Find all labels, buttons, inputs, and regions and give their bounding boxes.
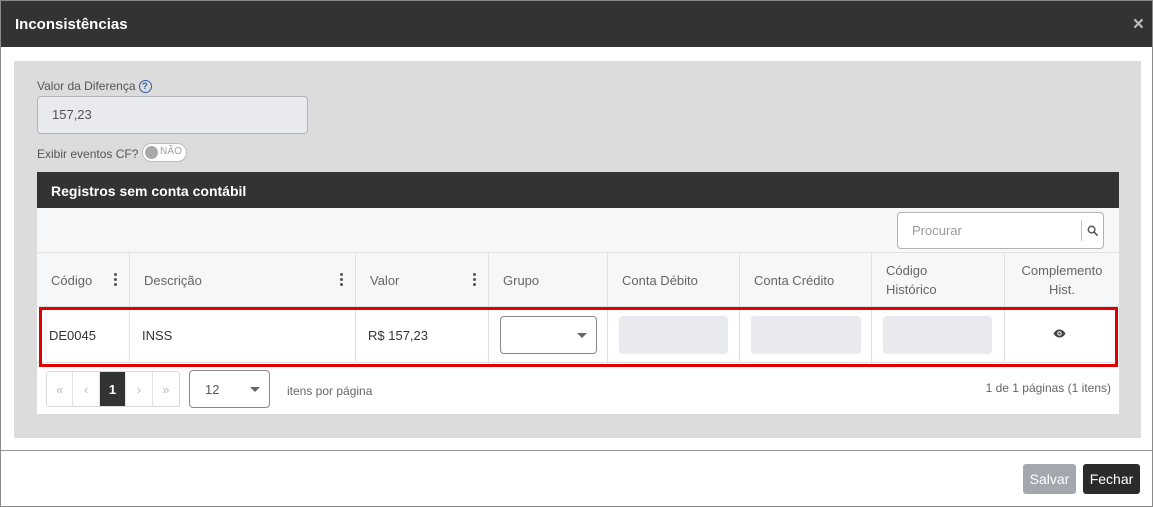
table-header: Código Descrição Valor Grupo Conta Débit… xyxy=(37,253,1119,307)
panel-title: Registros sem conta contábil xyxy=(51,183,247,199)
column-header-descricao[interactable]: Descrição xyxy=(130,253,356,307)
page-size-value: 12 xyxy=(205,382,220,397)
pagination-page-1[interactable]: 1 xyxy=(99,372,127,406)
cell-grupo xyxy=(489,307,608,363)
column-header-complemento-hist[interactable]: Complemento Hist. xyxy=(1005,253,1119,307)
page-info: 1 de 1 páginas (1 itens) xyxy=(985,381,1111,395)
chevron-down-icon xyxy=(577,333,587,338)
modal-title: Inconsistências xyxy=(15,16,128,33)
chevron-down-icon xyxy=(250,387,260,392)
eye-icon[interactable] xyxy=(1053,329,1066,338)
per-page-label: itens por página xyxy=(287,384,373,398)
inconsistencias-modal: Inconsistências × Valor da Diferença ? 1… xyxy=(0,0,1153,507)
help-circle-icon[interactable]: ? xyxy=(138,79,152,93)
pagination: « ‹ 1 › » xyxy=(46,371,180,407)
toggle-knob xyxy=(145,146,158,159)
grupo-select[interactable] xyxy=(500,316,597,354)
kebab-menu-icon[interactable] xyxy=(114,273,118,287)
pagination-last[interactable]: » xyxy=(153,372,179,406)
close-icon[interactable]: × xyxy=(1133,15,1144,34)
search-icon xyxy=(1087,225,1098,236)
cell-conta-credito xyxy=(740,307,872,363)
records-panel: Registros sem conta contábil Código Desc… xyxy=(37,172,1119,414)
column-header-valor[interactable]: Valor xyxy=(356,253,489,307)
column-header-conta-credito[interactable]: Conta Crédito xyxy=(740,253,872,307)
diff-label-row: Valor da Diferença ? xyxy=(37,79,152,93)
search-box xyxy=(897,212,1104,249)
search-button[interactable] xyxy=(1081,220,1103,241)
cell-codigo-historico xyxy=(872,307,1005,363)
column-header-codigo-historico[interactable]: Código Histórico xyxy=(872,253,1005,307)
footer-divider xyxy=(1,450,1152,451)
conta-credito-field[interactable] xyxy=(751,316,861,354)
pagination-next[interactable]: › xyxy=(126,372,153,406)
search-input[interactable] xyxy=(898,213,1082,248)
kebab-menu-icon[interactable] xyxy=(473,273,477,287)
modal-header: Inconsistências × xyxy=(1,1,1152,47)
panel-header: Registros sem conta contábil xyxy=(37,172,1119,208)
cell-complemento-hist xyxy=(1005,307,1119,363)
column-header-codigo[interactable]: Código xyxy=(37,253,130,307)
cell-valor: R$ 157,23 xyxy=(356,307,489,363)
cell-codigo: DE0045 xyxy=(37,307,130,363)
column-header-conta-debito[interactable]: Conta Débito xyxy=(608,253,740,307)
kebab-menu-icon[interactable] xyxy=(340,273,344,287)
table-row[interactable]: DE0045 INSS R$ 157,23 xyxy=(37,307,1119,363)
close-button[interactable]: Fechar xyxy=(1083,464,1140,494)
codigo-historico-field[interactable] xyxy=(883,316,992,354)
grid-toolbar xyxy=(37,208,1119,253)
toggle-state-text: NÃO xyxy=(160,146,183,157)
column-header-grupo[interactable]: Grupo xyxy=(489,253,608,307)
page-size-select[interactable]: 12 xyxy=(189,370,270,408)
cell-descricao: INSS xyxy=(130,307,356,363)
modal-body: Valor da Diferença ? 157,23 Exibir event… xyxy=(14,61,1141,438)
save-button[interactable]: Salvar xyxy=(1023,464,1076,494)
pagination-first[interactable]: « xyxy=(47,372,74,406)
cf-events-label: Exibir eventos CF? xyxy=(37,147,139,161)
pagination-prev[interactable]: ‹ xyxy=(73,372,100,406)
conta-debito-field[interactable] xyxy=(619,316,728,354)
cf-events-toggle[interactable]: NÃO xyxy=(142,143,187,162)
diff-value-field[interactable]: 157,23 xyxy=(37,96,308,134)
diff-label: Valor da Diferença xyxy=(37,79,136,93)
cell-conta-debito xyxy=(608,307,740,363)
